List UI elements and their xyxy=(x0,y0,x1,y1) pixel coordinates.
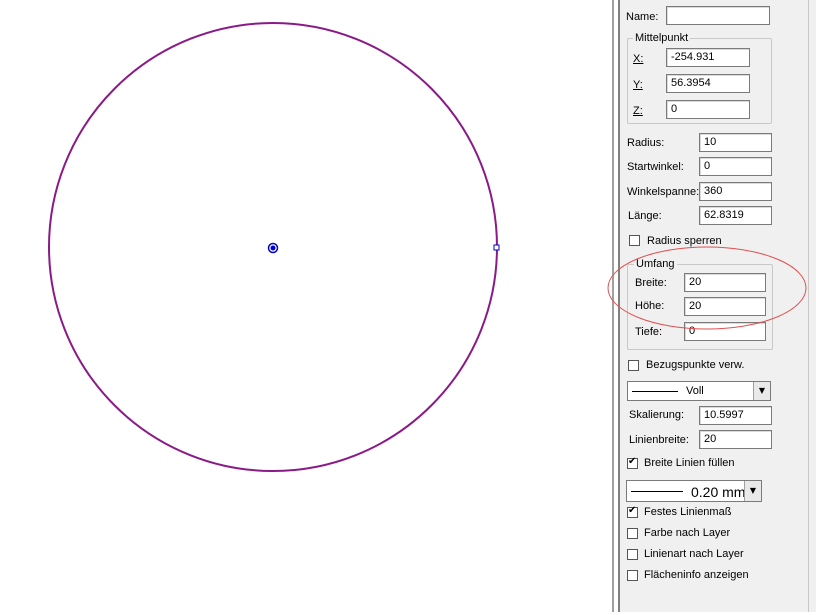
center-x-field[interactable]: -254.931 xyxy=(666,48,750,67)
center-point-dot xyxy=(270,245,276,251)
grip-handle[interactable] xyxy=(493,244,500,251)
flaecheninfo-checkbox[interactable] xyxy=(627,570,638,581)
linetype-preview xyxy=(632,391,678,392)
y-label: Y: xyxy=(633,79,643,91)
lineweight-preview xyxy=(631,491,683,492)
startwinkel-field[interactable]: 0 xyxy=(699,157,772,176)
festes-linienmass-checkbox[interactable] xyxy=(627,505,638,518)
radius-field[interactable]: 10 xyxy=(699,133,772,152)
laenge-label: Länge: xyxy=(628,210,662,222)
chevron-down-icon[interactable]: ▼ xyxy=(753,382,770,400)
skalierung-field[interactable]: 10.5997 xyxy=(699,406,772,425)
linienbreite-label: Linienbreite: xyxy=(629,434,689,446)
linienart-nach-layer-checkbox[interactable] xyxy=(627,549,638,560)
linienart-nach-layer-label: Linienart nach Layer xyxy=(644,548,744,560)
breite-linien-fuellen-label: Breite Linien füllen xyxy=(644,457,735,469)
center-z-field[interactable]: 0 xyxy=(666,100,750,119)
drawing-svg xyxy=(48,22,500,472)
z-label: Z: xyxy=(633,105,643,117)
drawing-canvas[interactable] xyxy=(0,0,612,612)
lineweight-value: 0.20 mm xyxy=(691,484,746,500)
center-y-field[interactable]: 56.3954 xyxy=(666,74,750,93)
name-label: Name: xyxy=(626,11,659,23)
bezugspunkte-label: Bezugspunkte verw. xyxy=(646,359,745,371)
lineweight-select[interactable]: 0.20 mm ▼ xyxy=(626,480,762,502)
highlight-ellipse xyxy=(607,246,807,330)
laenge-field[interactable]: 62.8319 xyxy=(699,206,772,225)
flaecheninfo-label: Flächeninfo anzeigen xyxy=(644,569,749,581)
panel-scrollbar-edge xyxy=(808,0,816,612)
startwinkel-label: Startwinkel: xyxy=(627,161,684,173)
x-label: X: xyxy=(633,53,644,65)
festes-linienmass-label: Festes Linienmaß xyxy=(644,506,732,518)
chevron-down-icon[interactable]: ▼ xyxy=(744,481,761,501)
winkelspanne-label: Winkelspanne: xyxy=(627,186,700,198)
farbe-nach-layer-label: Farbe nach Layer xyxy=(644,527,731,539)
linetype-select[interactable]: Voll ▼ xyxy=(627,381,771,401)
mittelpunkt-legend: Mittelpunkt xyxy=(633,32,691,44)
radius-label: Radius: xyxy=(627,137,665,149)
breite-linien-fuellen-checkbox[interactable] xyxy=(627,456,638,469)
skalierung-label: Skalierung: xyxy=(629,409,685,421)
farbe-nach-layer-checkbox[interactable] xyxy=(627,528,638,539)
linienbreite-field[interactable]: 20 xyxy=(699,430,772,449)
linetype-value: Voll xyxy=(686,385,704,397)
name-field[interactable] xyxy=(666,6,770,25)
properties-panel: Name: Mittelpunkt X: -254.931 Y: 56.3954… xyxy=(607,0,808,612)
winkelspanne-field[interactable]: 360 xyxy=(699,182,772,201)
bezugspunkte-checkbox[interactable] xyxy=(628,360,639,371)
